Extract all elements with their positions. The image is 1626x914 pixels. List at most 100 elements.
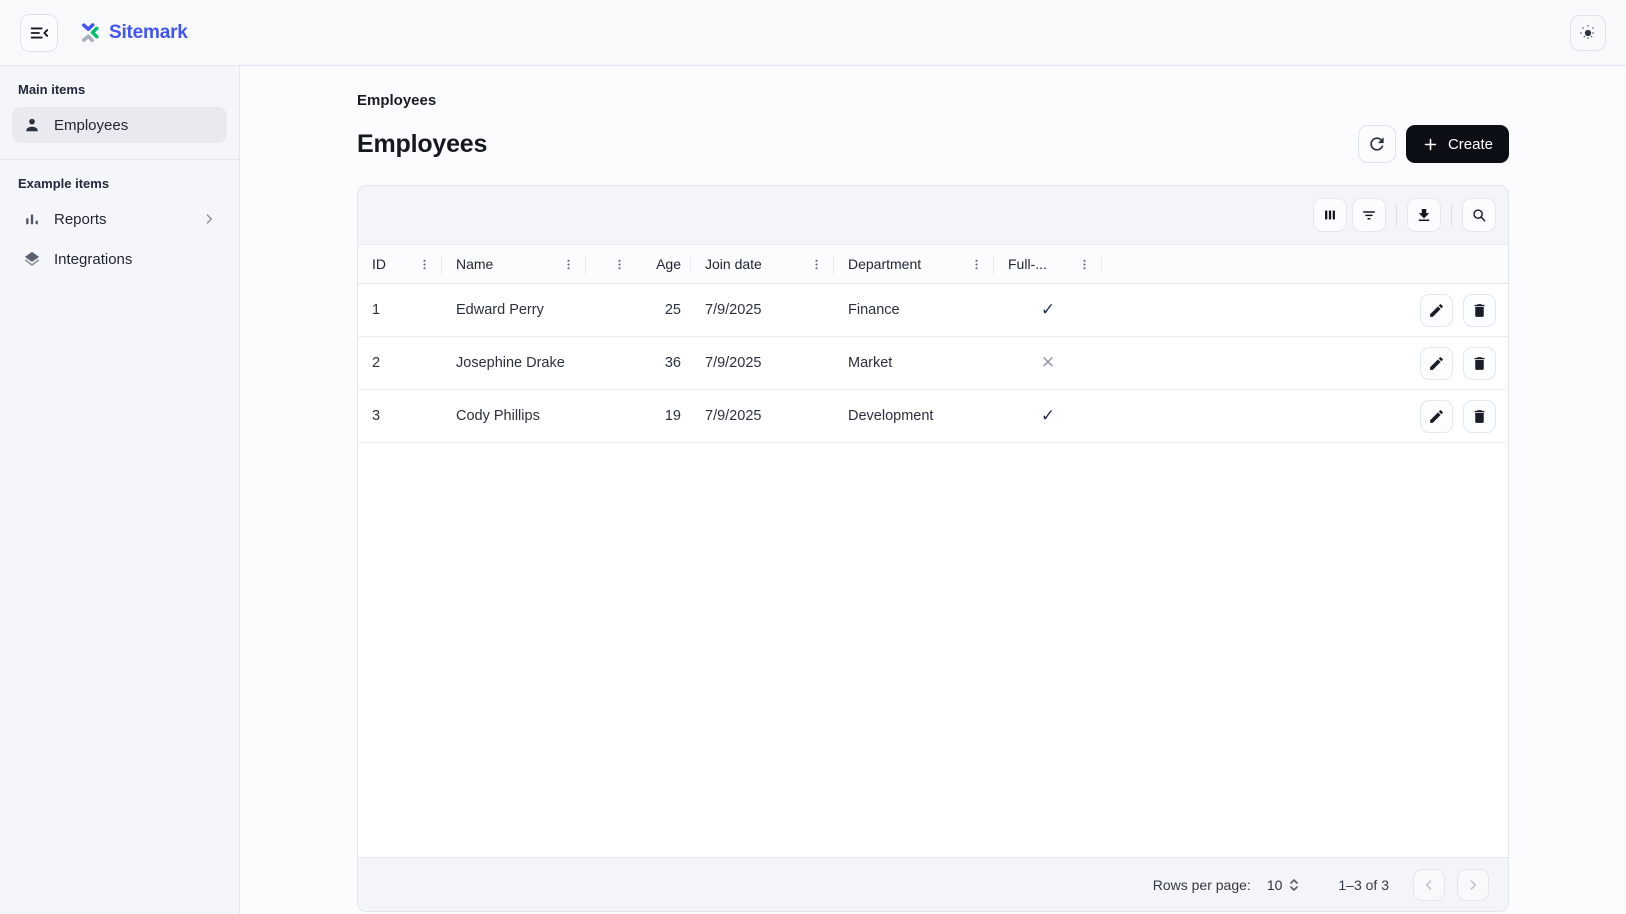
bar-chart-icon (22, 209, 42, 229)
sidebar-item-label: Reports (54, 211, 107, 228)
cell-name: Josephine Drake (442, 355, 586, 371)
rows-per-page-value: 10 (1267, 877, 1283, 893)
table-header-row: ID Name Age (358, 244, 1508, 284)
delete-button[interactable] (1463, 347, 1496, 380)
sidebar-section-main: Main items (12, 82, 227, 97)
edit-button[interactable] (1420, 400, 1453, 433)
top-bar: Sitemark (0, 0, 1626, 66)
filter-button[interactable] (1352, 198, 1386, 232)
column-label: Name (456, 256, 493, 272)
edit-icon (1428, 355, 1445, 372)
delete-icon (1471, 355, 1488, 372)
sidebar-item-reports[interactable]: Reports (12, 201, 227, 237)
cell-age: 19 (586, 408, 691, 424)
create-button-label: Create (1448, 136, 1493, 153)
sidebar-item-label: Employees (54, 117, 128, 134)
cell-name: Edward Perry (442, 302, 586, 318)
column-label: Join date (705, 256, 762, 272)
sidebar-item-label: Integrations (54, 251, 132, 268)
table-body: 1 Edward Perry 25 7/9/2025 Finance ✓ (358, 284, 1508, 857)
column-menu-icon[interactable] (969, 257, 984, 272)
table-row[interactable]: 1 Edward Perry 25 7/9/2025 Finance ✓ (358, 284, 1508, 337)
edit-icon (1428, 408, 1445, 425)
column-menu-icon[interactable] (561, 257, 576, 272)
sun-icon (1578, 23, 1598, 43)
cell-age: 25 (586, 302, 691, 318)
delete-button[interactable] (1463, 294, 1496, 327)
next-page-button[interactable] (1457, 869, 1489, 901)
delete-button[interactable] (1463, 400, 1496, 433)
person-icon (22, 115, 42, 135)
chevron-right-icon (1465, 877, 1481, 893)
cell-join-date: 7/9/2025 (691, 355, 834, 371)
column-menu-icon[interactable] (417, 257, 432, 272)
download-icon (1415, 206, 1433, 224)
search-button[interactable] (1462, 198, 1496, 232)
grid-toolbar (358, 186, 1508, 244)
edit-icon (1428, 302, 1445, 319)
toolbar-separator (1396, 204, 1397, 226)
cell-name: Cody Phillips (442, 408, 586, 424)
refresh-button[interactable] (1358, 125, 1396, 163)
refresh-icon (1367, 134, 1387, 154)
cell-department: Finance (834, 302, 994, 318)
layers-icon (22, 249, 42, 269)
toolbar-separator (1451, 204, 1452, 226)
cell-join-date: 7/9/2025 (691, 408, 834, 424)
column-label: ID (372, 256, 386, 272)
filter-icon (1360, 206, 1378, 224)
main-content: Employees Employees (240, 66, 1626, 914)
column-menu-icon[interactable] (612, 257, 627, 272)
column-header-department[interactable]: Department (834, 245, 994, 283)
cell-department: Development (834, 408, 994, 424)
brand: Sitemark (76, 20, 188, 45)
check-icon: ✓ (1041, 300, 1055, 320)
column-header-full-time[interactable]: Full-... (994, 245, 1102, 283)
sidebar-divider (0, 159, 239, 160)
table-row[interactable]: 2 Josephine Drake 36 7/9/2025 Market ✕ (358, 337, 1508, 390)
column-header-id[interactable]: ID (358, 245, 442, 283)
column-menu-icon[interactable] (809, 257, 824, 272)
column-header-age[interactable]: Age (586, 245, 691, 283)
theme-toggle-button[interactable] (1570, 15, 1606, 51)
search-icon (1470, 206, 1488, 224)
column-header-name[interactable]: Name (442, 245, 586, 283)
column-label: Full-... (1008, 256, 1047, 272)
cell-age: 36 (586, 355, 691, 371)
page-title: Employees (357, 130, 487, 159)
column-label: Department (848, 256, 921, 272)
breadcrumb: Employees (357, 92, 1509, 109)
columns-button[interactable] (1313, 198, 1347, 232)
pagination-range: 1–3 of 3 (1338, 877, 1389, 893)
column-header-join-date[interactable]: Join date (691, 245, 834, 283)
edit-button[interactable] (1420, 347, 1453, 380)
delete-icon (1471, 302, 1488, 319)
create-button[interactable]: Create (1406, 125, 1509, 163)
column-header-actions (1102, 245, 1508, 283)
rows-per-page-select[interactable]: 10 (1267, 877, 1301, 893)
sidebar-item-employees[interactable]: Employees (12, 107, 227, 143)
export-button[interactable] (1407, 198, 1441, 232)
check-icon: ✓ (1041, 406, 1055, 426)
stepper-arrows-icon (1288, 877, 1300, 893)
cross-icon: ✕ (1041, 353, 1055, 373)
cell-id: 3 (358, 408, 442, 424)
grid-footer: Rows per page: 10 1–3 of 3 (358, 857, 1508, 911)
cell-department: Market (834, 355, 994, 371)
menu-open-button[interactable] (20, 14, 58, 52)
cell-id: 2 (358, 355, 442, 371)
column-menu-icon[interactable] (1077, 257, 1092, 272)
cell-id: 1 (358, 302, 442, 318)
chevron-right-icon (201, 211, 217, 227)
edit-button[interactable] (1420, 294, 1453, 327)
data-grid-card: ID Name Age (357, 185, 1509, 912)
sitemark-logo-icon (76, 20, 101, 45)
menu-open-icon (28, 22, 50, 44)
rows-per-page-label: Rows per page: (1153, 877, 1251, 893)
previous-page-button[interactable] (1413, 869, 1445, 901)
delete-icon (1471, 408, 1488, 425)
sidebar-item-integrations[interactable]: Integrations (12, 241, 227, 277)
table-row[interactable]: 3 Cody Phillips 19 7/9/2025 Development … (358, 390, 1508, 443)
sidebar-section-example: Example items (12, 176, 227, 191)
columns-icon (1321, 206, 1339, 224)
